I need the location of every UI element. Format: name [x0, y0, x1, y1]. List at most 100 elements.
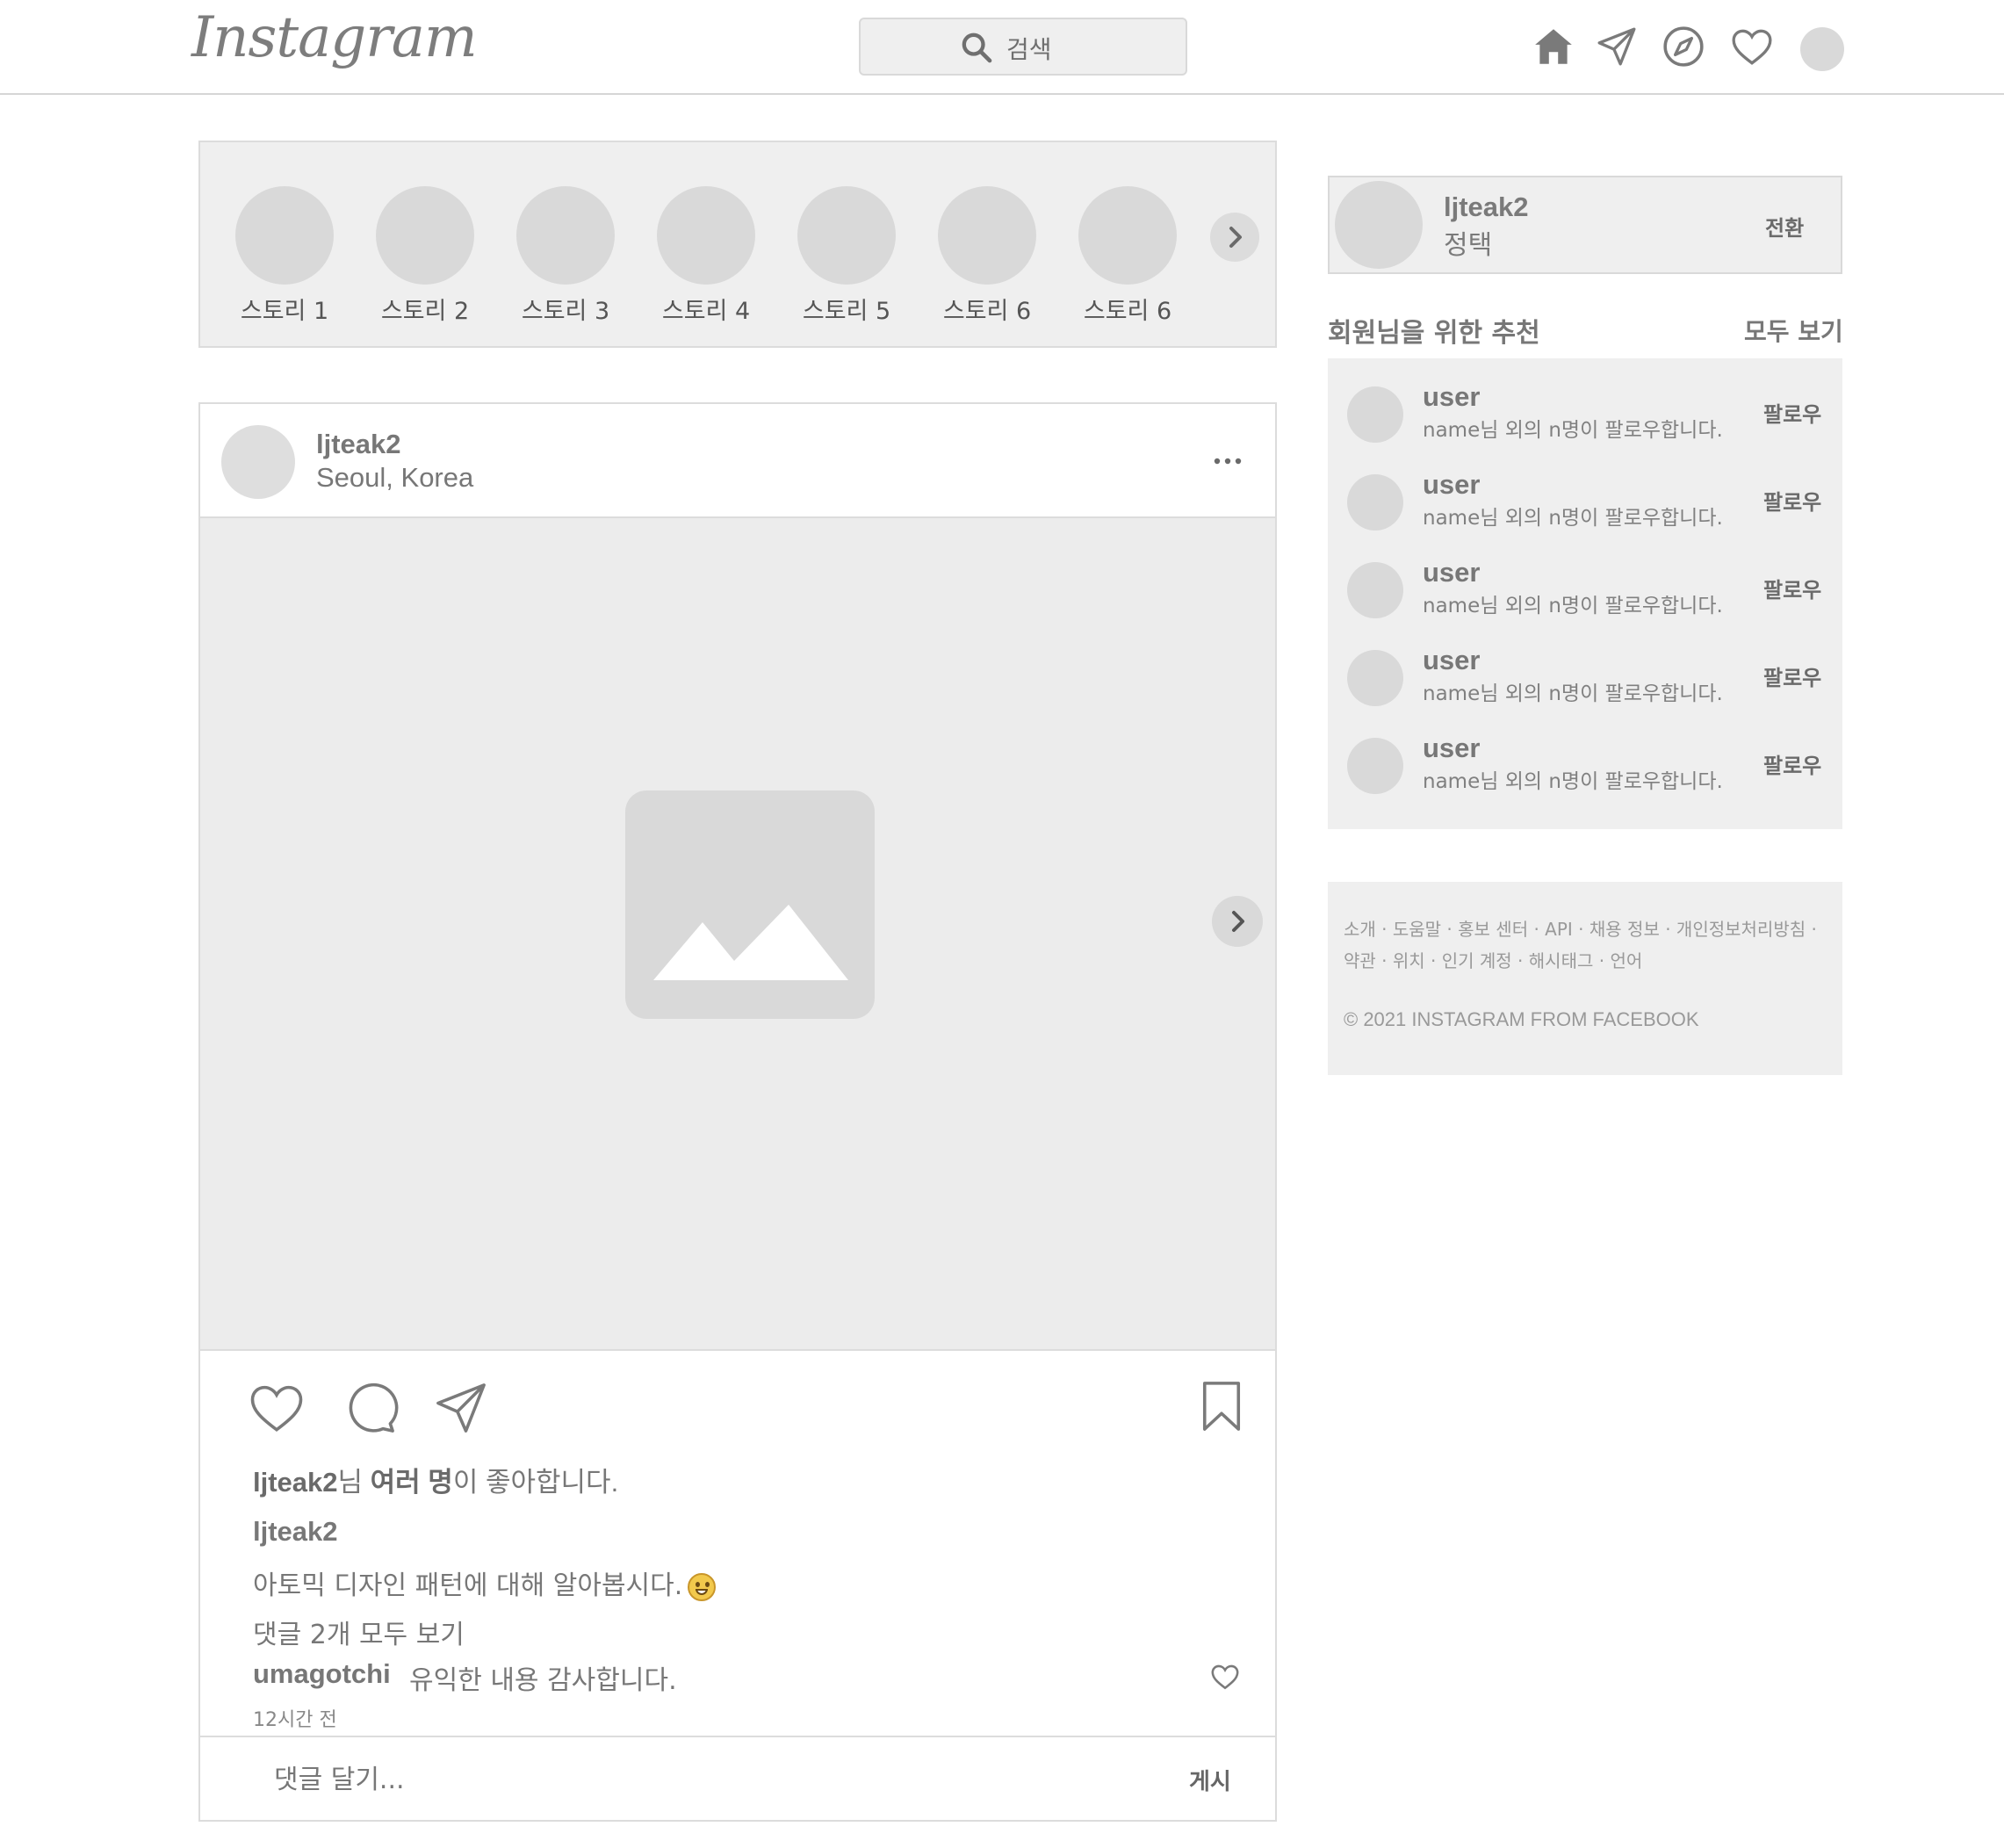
activity-heart-icon[interactable]: [1730, 25, 1774, 69]
likes-first-user[interactable]: ljteak2: [253, 1467, 338, 1498]
suggestion-subtitle: name님 외의 n명이 팔로우합니다.: [1423, 507, 1723, 530]
post-author-username[interactable]: ljteak2: [316, 429, 401, 460]
profile-card-avatar[interactable]: [1335, 181, 1423, 269]
like-heart-icon[interactable]: [248, 1379, 306, 1437]
profile-full-name: 정택: [1444, 230, 1493, 261]
stories-next-button[interactable]: [1210, 213, 1259, 262]
grinning-emoji-icon: [688, 1572, 717, 1601]
likes-summary[interactable]: ljteak2님 여러 명이 좋아합니다.: [253, 1460, 618, 1499]
footer-links-line-2[interactable]: 약관 · 위치 · 인기 계정 · 해시태그 · 언어: [1344, 947, 1642, 972]
suggestion-username[interactable]: user: [1423, 381, 1480, 413]
suggestion-username[interactable]: user: [1423, 557, 1480, 588]
story-item[interactable]: 스토리 6: [926, 186, 1049, 326]
follow-button[interactable]: 팔로우: [1763, 748, 1821, 779]
comment-like-heart-icon[interactable]: [1210, 1662, 1240, 1692]
story-item[interactable]: 스토리 6: [1066, 186, 1189, 326]
share-icon[interactable]: [432, 1379, 490, 1437]
direct-message-icon[interactable]: [1595, 25, 1639, 69]
see-all-suggestions-link[interactable]: 모두 보기: [1744, 313, 1843, 348]
feed-post: ljteak2 Seoul, Korea ljteak2님 여러 명이 좋아합니…: [198, 402, 1277, 1822]
search-placeholder: 검색: [1006, 35, 1052, 64]
follow-button[interactable]: 팔로우: [1763, 485, 1821, 516]
post-author-avatar[interactable]: [221, 425, 295, 499]
current-profile-card: ljteak2 정택 전환: [1328, 176, 1842, 274]
story-item[interactable]: 스토리 4: [645, 186, 768, 326]
post-media[interactable]: [200, 518, 1275, 1351]
suggestion-item: user name님 외의 n명이 팔로우합니다. 팔로우: [1328, 622, 1842, 710]
suggestion-avatar[interactable]: [1347, 562, 1403, 618]
search-icon: [962, 32, 992, 63]
story-item[interactable]: 스토리 3: [504, 186, 627, 326]
story-avatar: [516, 186, 615, 285]
suggestion-item: user name님 외의 n명이 팔로우합니다. 팔로우: [1328, 446, 1842, 534]
caption-body: 아토믹 디자인 패턴에 대해 알아봅시다.: [253, 1570, 683, 1601]
story-label: 스토리 6: [1083, 298, 1172, 325]
media-next-button[interactable]: [1212, 896, 1263, 947]
follow-button[interactable]: 팔로우: [1763, 661, 1821, 691]
image-placeholder-icon: [625, 790, 875, 1019]
post-location[interactable]: Seoul, Korea: [316, 462, 473, 494]
story-label: 스토리 5: [802, 298, 891, 325]
suggestion-item: user name님 외의 n명이 팔로우합니다. 팔로우: [1328, 710, 1842, 798]
profile-avatar[interactable]: [1800, 27, 1844, 71]
post-timestamp: 12시간 전: [253, 1709, 337, 1731]
likes-others[interactable]: 여러 명: [371, 1467, 453, 1498]
chevron-right-icon: [1232, 911, 1244, 932]
suggestion-subtitle: name님 외의 n명이 팔로우합니다.: [1423, 419, 1723, 442]
suggestion-item: user name님 외의 n명이 팔로우합니다. 팔로우: [1328, 534, 1842, 622]
comment-bubble-icon[interactable]: [341, 1379, 399, 1437]
suggestion-item: user name님 외의 n명이 팔로우합니다. 팔로우: [1328, 358, 1842, 446]
suggestion-username[interactable]: user: [1423, 645, 1480, 676]
suggestion-avatar[interactable]: [1347, 386, 1403, 443]
instagram-logo[interactable]: Instagram: [191, 5, 478, 70]
suggestion-avatar[interactable]: [1347, 738, 1403, 794]
story-label: 스토리 6: [942, 298, 1032, 325]
more-options-icon[interactable]: [1210, 448, 1245, 474]
caption-username[interactable]: ljteak2: [253, 1516, 338, 1548]
story-avatar: [1078, 186, 1177, 285]
suggestion-avatar[interactable]: [1347, 474, 1403, 531]
story-label: 스토리 3: [521, 298, 610, 325]
copyright-text: © 2021 INSTAGRAM FROM FACEBOOK: [1344, 1008, 1699, 1030]
home-icon[interactable]: [1532, 25, 1575, 69]
profile-username[interactable]: ljteak2: [1444, 191, 1529, 223]
story-label: 스토리 4: [661, 298, 751, 325]
suggestion-subtitle: name님 외의 n명이 팔로우합니다.: [1423, 770, 1723, 793]
suggestion-avatar[interactable]: [1347, 650, 1403, 706]
view-all-comments-link[interactable]: 댓글 2개 모두 보기: [253, 1613, 465, 1651]
story-item[interactable]: 스토리 1: [223, 186, 346, 326]
footer-links-line-1[interactable]: 소개 · 도움말 · 홍보 센터 · API · 채용 정보 · 개인정보처리방…: [1344, 915, 1817, 941]
bookmark-icon[interactable]: [1193, 1377, 1251, 1435]
story-label: 스토리 1: [240, 298, 329, 325]
story-avatar: [235, 186, 334, 285]
footer: 소개 · 도움말 · 홍보 센터 · API · 채용 정보 · 개인정보처리방…: [1328, 882, 1842, 1075]
follow-button[interactable]: 팔로우: [1763, 397, 1821, 428]
post-header: ljteak2 Seoul, Korea: [200, 404, 1275, 518]
suggestions-title: 회원님을 위한 추천: [1328, 318, 1540, 349]
suggestion-username[interactable]: user: [1423, 469, 1480, 501]
comment-username[interactable]: umagotchi: [253, 1658, 391, 1690]
explore-icon[interactable]: [1662, 25, 1705, 69]
likes-suffix: 이 좋아합니다.: [452, 1467, 619, 1498]
top-navigation-bar: Instagram 검색: [0, 0, 2004, 95]
follow-button[interactable]: 팔로우: [1763, 573, 1821, 603]
story-item[interactable]: 스토리 5: [785, 186, 908, 326]
story-avatar: [938, 186, 1036, 285]
suggestion-subtitle: name님 외의 n명이 팔로우합니다.: [1423, 595, 1723, 617]
switch-account-button[interactable]: 전환: [1765, 211, 1804, 242]
suggestion-subtitle: name님 외의 n명이 팔로우합니다.: [1423, 682, 1723, 705]
post-comment-button[interactable]: 게시: [1189, 1764, 1231, 1796]
stories-tray: 스토리 1 스토리 2 스토리 3 스토리 4 스토리 5 스토리 6 스토리 …: [198, 141, 1277, 348]
chevron-right-icon: [1229, 227, 1242, 248]
story-avatar: [376, 186, 474, 285]
comment-input[interactable]: [274, 1755, 1064, 1804]
story-item[interactable]: 스토리 2: [364, 186, 487, 326]
story-avatar: [657, 186, 755, 285]
likes-connector: 님: [337, 1467, 371, 1498]
comment-text: 유익한 내용 감사합니다.: [409, 1665, 677, 1696]
story-avatar: [797, 186, 896, 285]
add-comment-bar: 게시: [200, 1736, 1275, 1820]
suggestions-list: user name님 외의 n명이 팔로우합니다. 팔로우 user name님…: [1328, 358, 1842, 829]
suggestion-username[interactable]: user: [1423, 733, 1480, 764]
search-box[interactable]: 검색: [859, 18, 1187, 76]
